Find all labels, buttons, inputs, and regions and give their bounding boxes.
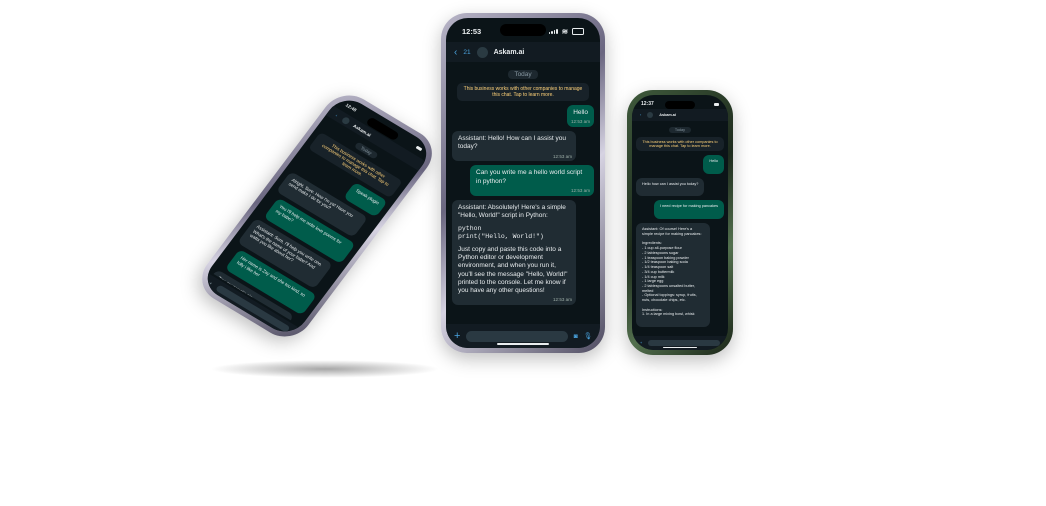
avatar[interactable] xyxy=(647,112,654,118)
message-list: Hello Hello how can I assist you today? I … xyxy=(636,155,724,328)
chat-area: Today This business works with other com… xyxy=(632,123,728,334)
incoming-message[interactable]: Assistant: Absolutely! Here's a simple "… xyxy=(452,199,576,305)
date-pill: Today xyxy=(668,127,692,133)
outgoing-message[interactable]: I need recipe for making pancakes xyxy=(653,200,724,220)
plus-icon[interactable]: + xyxy=(208,280,213,285)
contact-name[interactable]: Askam.ai xyxy=(494,49,525,56)
wifi-icon: ≋ xyxy=(561,27,568,36)
battery-icon xyxy=(572,28,584,35)
incoming-message[interactable]: Assistant: Hello! How can I assist you t… xyxy=(452,131,576,162)
right-phone: 12:37 ‹ Askam.ai Today This business wor… xyxy=(627,90,733,355)
chat-header: ‹ 21 Askam.ai xyxy=(446,42,600,62)
message-text: Assistant: Hello! How can I assist you t… xyxy=(458,135,568,151)
home-indicator xyxy=(497,343,549,345)
business-notice[interactable]: This business works with other companies… xyxy=(457,83,589,101)
message-text: Hello xyxy=(573,109,588,116)
plus-icon[interactable]: + xyxy=(640,341,642,345)
status-time: 12:53 xyxy=(462,27,482,36)
message-list: Hello 12:53 am Assistant: Hello! How can I… xyxy=(452,105,594,305)
status-bar: 12:53 ≋ xyxy=(446,27,600,36)
chat-header: ‹ Askam.ai xyxy=(632,109,728,121)
contact-name[interactable]: Askam.ai xyxy=(659,113,676,117)
camera-icon[interactable]: ◙ xyxy=(574,333,578,340)
outgoing-message[interactable]: Can you write me a hello world script in… xyxy=(470,165,594,196)
status-icons xyxy=(714,101,719,107)
message-text: Hello how can I assist you today? xyxy=(642,181,699,186)
message-text: Just copy and paste this code into a Pyt… xyxy=(458,246,570,294)
status-time: 12:48 xyxy=(344,102,358,113)
message-text: Assistant: Absolutely! Here's a simple "… xyxy=(458,203,568,219)
right-phone-screen: 12:37 ‹ Askam.ai Today This business wor… xyxy=(632,95,728,350)
center-phone-screen: 12:53 ≋ ‹ 21 Askam.ai Today This busines… xyxy=(446,18,600,348)
status-bar: 12:37 xyxy=(632,101,728,107)
center-phone: 12:53 ≋ ‹ 21 Askam.ai Today This busines… xyxy=(441,13,605,353)
message-code: python print("Hello, World!") xyxy=(458,224,544,240)
back-icon[interactable]: ‹ xyxy=(640,113,641,117)
incoming-message[interactable]: Hello how can I assist you today? xyxy=(636,177,705,197)
avatar[interactable] xyxy=(476,46,488,58)
message-text: Hello xyxy=(709,159,718,163)
message-time: 12:53 am xyxy=(553,297,572,303)
message-time: 12:53 am xyxy=(571,187,590,193)
back-icon[interactable]: ‹ xyxy=(454,47,457,58)
home-indicator xyxy=(663,346,697,348)
status-icons xyxy=(415,145,423,152)
message-text: Assistant: Of course! Here's a simple re… xyxy=(642,227,702,317)
status-time: 12:37 xyxy=(641,101,654,107)
back-count[interactable]: 21 xyxy=(463,49,470,56)
status-icons: ≋ xyxy=(548,27,584,36)
message-text: I need recipe for making pancakes xyxy=(659,204,718,209)
left-phone-shadow xyxy=(210,360,440,378)
outgoing-message[interactable]: Hello xyxy=(703,155,724,174)
message-time: 12:53 am xyxy=(571,119,590,125)
chat-area: Today This business works with other com… xyxy=(446,66,600,322)
left-phone: 12:48 ‹ Askam.ai Today This business wor… xyxy=(191,86,443,346)
incoming-message[interactable]: Assistant: Of course! Here's a simple re… xyxy=(636,223,710,328)
plus-icon[interactable]: + xyxy=(454,330,460,342)
message-input[interactable] xyxy=(648,340,720,346)
message-text: Speak plugin xyxy=(354,188,381,206)
business-notice[interactable]: This business works with other companies… xyxy=(636,137,724,151)
left-phone-screen: 12:48 ‹ Askam.ai Today This business wor… xyxy=(198,92,436,340)
outgoing-message[interactable]: Hello 12:53 am xyxy=(567,105,594,128)
back-icon[interactable]: ‹ xyxy=(335,112,339,117)
signal-icon xyxy=(548,29,558,34)
date-pill: Today xyxy=(508,70,538,79)
avatar[interactable] xyxy=(340,115,351,125)
message-input[interactable] xyxy=(466,330,568,342)
microphone-icon[interactable]: 🎙 xyxy=(584,332,592,340)
message-text: Can you write me a hello world script in… xyxy=(476,169,585,185)
message-time: 12:53 am xyxy=(553,153,572,159)
